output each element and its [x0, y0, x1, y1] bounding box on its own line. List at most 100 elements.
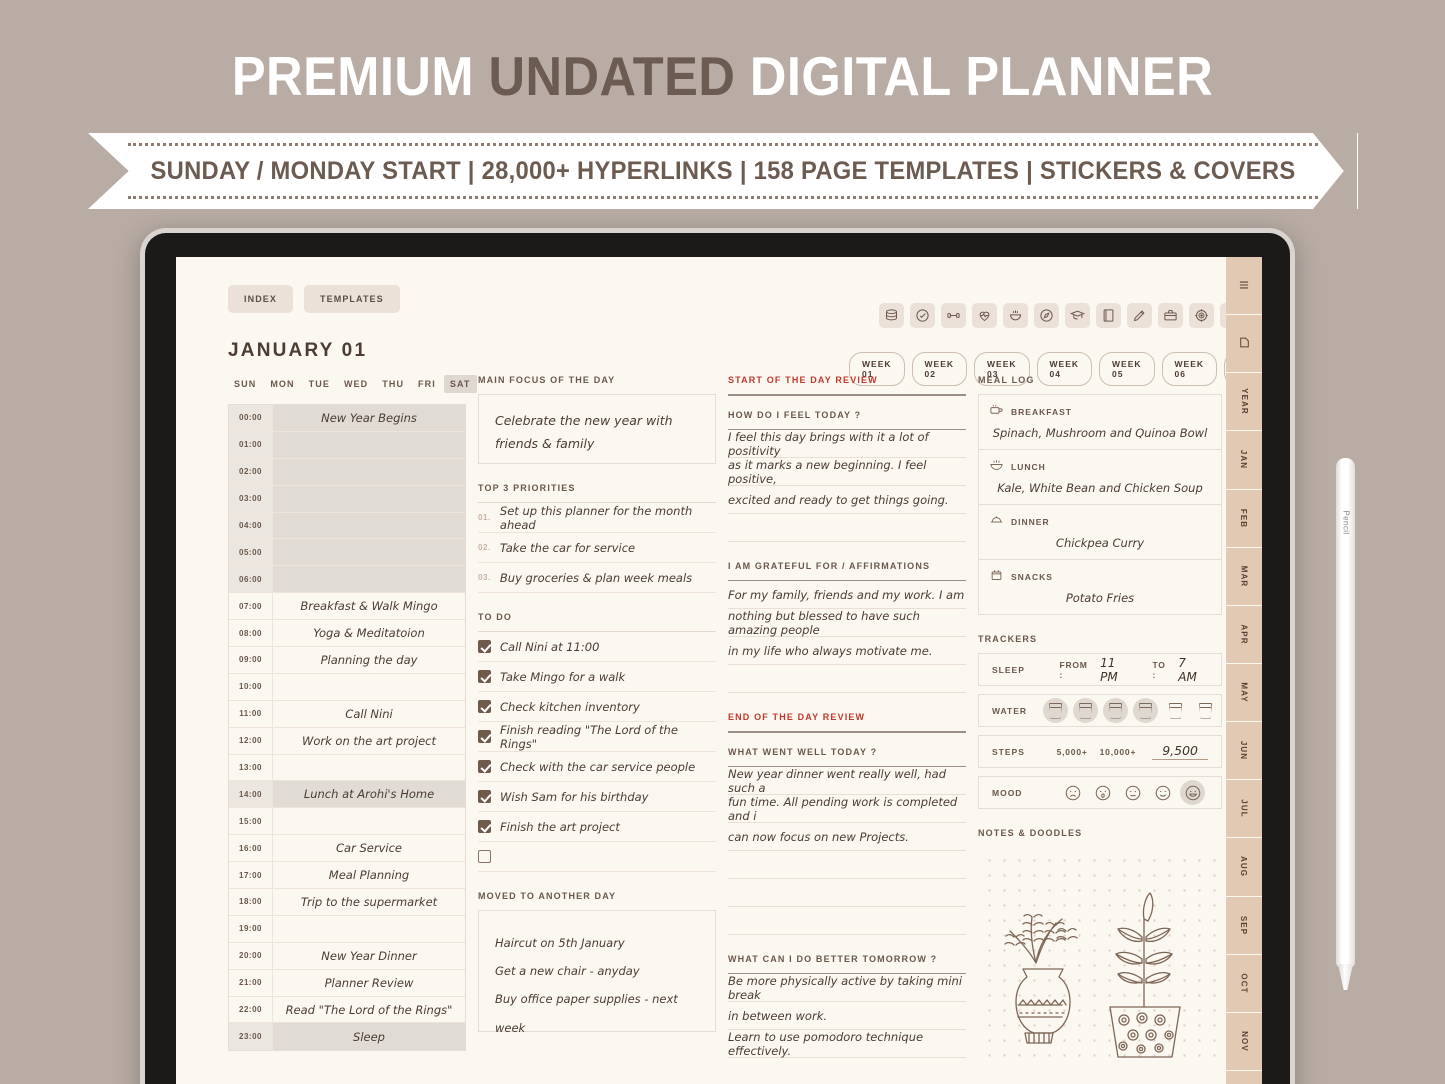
tab-jun[interactable]: JUN: [1226, 722, 1262, 781]
weekday-thu[interactable]: THU: [376, 375, 410, 393]
meal-dinner[interactable]: DINNER Chickpea Curry: [979, 505, 1221, 560]
weekday-tue[interactable]: TUE: [303, 375, 336, 393]
todo-item[interactable]: Check kitchen inventory: [478, 692, 716, 722]
schedule-row[interactable]: 01:00: [229, 431, 465, 459]
schedule-row[interactable]: 07:00 Breakfast & Walk Mingo: [229, 593, 465, 621]
water-glass-icon[interactable]: [1043, 698, 1069, 723]
todo-item[interactable]: Call Nini at 11:00: [478, 632, 716, 662]
notes-doodle-area[interactable]: [978, 847, 1222, 1069]
tab-may[interactable]: MAY: [1226, 663, 1262, 723]
schedule-row[interactable]: 09:00 Planning the day: [229, 647, 465, 674]
feel-line[interactable]: [728, 514, 966, 542]
steps-tracker[interactable]: STEPS 5,000+ 10,000+ 9,500: [978, 735, 1222, 768]
schedule-row[interactable]: 08:00 Yoga & Meditatoion: [229, 620, 465, 648]
mood-neutral-icon[interactable]: [1120, 780, 1145, 805]
tab-year[interactable]: YEAR: [1226, 373, 1262, 432]
schedule-row[interactable]: 21:00 Planner Review: [229, 969, 465, 997]
mood-tracker[interactable]: MOOD: [978, 776, 1222, 809]
todo-item[interactable]: Finish reading "The Lord of the Rings": [478, 722, 716, 752]
well-line[interactable]: can now focus on new Projects.: [728, 823, 966, 851]
steps-option-2[interactable]: 10,000+: [1100, 747, 1137, 757]
schedule-row[interactable]: 11:00 Call Nini: [229, 700, 465, 728]
mood-smile-icon[interactable]: [1150, 780, 1175, 805]
schedule-row[interactable]: 10:00: [229, 673, 465, 701]
better-line[interactable]: Be more physically active by taking mini…: [728, 974, 966, 1002]
water-tracker[interactable]: WATER: [978, 694, 1222, 727]
schedule-row[interactable]: 05:00: [229, 539, 465, 567]
todo-checkbox[interactable]: [478, 670, 491, 683]
steps-option-1[interactable]: 5,000+: [1057, 747, 1088, 757]
todo-checkbox[interactable]: [478, 760, 491, 773]
briefcase-icon[interactable]: [1158, 303, 1183, 328]
graduation-cap-icon[interactable]: [1065, 303, 1090, 328]
feel-line[interactable]: I feel this day brings with it a lot of …: [728, 430, 966, 458]
tab-oct[interactable]: OCT: [1226, 954, 1262, 1013]
schedule-row[interactable]: 19:00: [229, 915, 465, 943]
todo-checkbox[interactable]: [478, 730, 491, 743]
grateful-line[interactable]: nothing but blessed to have such amazing…: [728, 609, 966, 637]
schedule-row[interactable]: 17:00 Meal Planning: [229, 862, 465, 890]
layers-icon[interactable]: [879, 303, 904, 328]
priority-item[interactable]: 03. Buy groceries & plan week meals: [478, 563, 716, 593]
grateful-lines[interactable]: For my family, friends and my work. I am…: [728, 580, 966, 693]
schedule-row[interactable]: 12:00 Work on the art project: [229, 727, 465, 755]
schedule-row[interactable]: 00:00 New Year Begins: [229, 405, 465, 432]
schedule-row[interactable]: 02:00: [229, 458, 465, 486]
page-icon[interactable]: [1226, 315, 1262, 374]
well-line[interactable]: [728, 851, 966, 879]
todo-checkbox[interactable]: [478, 790, 491, 803]
meal-lunch[interactable]: LUNCH Kale, White Bean and Chicken Soup: [979, 450, 1221, 505]
schedule-row[interactable]: 13:00: [229, 754, 465, 782]
dumbbell-icon[interactable]: [941, 303, 966, 328]
tab-dec[interactable]: DEC: [1226, 1070, 1262, 1084]
better-line[interactable]: in between work.: [728, 1002, 966, 1030]
feel-lines[interactable]: I feel this day brings with it a lot of …: [728, 429, 966, 542]
priority-item[interactable]: 01. Set up this planner for the month ahe…: [478, 503, 716, 533]
mood-sad-icon[interactable]: [1060, 780, 1085, 805]
mood-surprised-icon[interactable]: [1090, 780, 1115, 805]
todo-item[interactable]: Finish the art project: [478, 812, 716, 842]
tab-feb[interactable]: FEB: [1226, 489, 1262, 548]
meal-snacks[interactable]: SNACKS Potato Fries: [979, 560, 1221, 614]
schedule-row[interactable]: 14:00 Lunch at Arohi's Home: [229, 781, 465, 809]
tab-nov[interactable]: NOV: [1226, 1012, 1262, 1071]
schedule-row[interactable]: 22:00 Read "The Lord of the Rings": [229, 996, 465, 1024]
notebook-icon[interactable]: [1096, 303, 1121, 328]
water-glass-icon[interactable]: [1163, 698, 1188, 723]
water-glass-icon[interactable]: [1073, 698, 1099, 723]
weekday-wed[interactable]: WED: [338, 375, 374, 393]
main-focus-box[interactable]: Celebrate the new year with friends & fa…: [478, 394, 716, 464]
water-glass-icon[interactable]: [1103, 698, 1129, 723]
grateful-line[interactable]: [728, 665, 966, 693]
todo-item[interactable]: Take Mingo for a walk: [478, 662, 716, 692]
todo-item[interactable]: Wish Sam for his birthday: [478, 782, 716, 812]
meal-breakfast[interactable]: BREAKFAST Spinach, Mushroom and Quinoa B…: [979, 395, 1221, 450]
well-line[interactable]: [728, 879, 966, 907]
templates-button[interactable]: TEMPLATES: [304, 285, 400, 313]
moved-box[interactable]: Haircut on 5th January Get a new chair - …: [478, 910, 716, 1035]
schedule-row[interactable]: 15:00: [229, 808, 465, 836]
better-lines[interactable]: Be more physically active by taking mini…: [728, 973, 966, 1084]
todo-checkbox[interactable]: [478, 850, 491, 863]
menu-icon[interactable]: [1226, 257, 1262, 316]
todo-checkbox[interactable]: [478, 700, 491, 713]
weekday-fri[interactable]: FRI: [412, 375, 442, 393]
weekday-sun[interactable]: SUN: [228, 375, 262, 393]
schedule-row[interactable]: 06:00: [229, 566, 465, 594]
better-line[interactable]: Learn to use pomodoro technique effectiv…: [728, 1030, 966, 1058]
tab-mar[interactable]: MAR: [1226, 547, 1262, 606]
weekday-sat[interactable]: SAT: [443, 375, 477, 393]
schedule-row[interactable]: 03:00: [229, 485, 465, 513]
schedule-row[interactable]: 20:00 New Year Dinner: [229, 942, 465, 970]
tab-apr[interactable]: APR: [1226, 605, 1262, 664]
water-glass-icon[interactable]: [1193, 698, 1218, 723]
well-line[interactable]: New year dinner went really well, had su…: [728, 767, 966, 795]
todo-item[interactable]: Check with the car service people: [478, 752, 716, 782]
pencil-icon[interactable]: [1127, 303, 1152, 328]
tab-sep[interactable]: SEP: [1226, 896, 1262, 955]
schedule-row[interactable]: 04:00: [229, 512, 465, 540]
sleep-tracker[interactable]: SLEEP FROM : 11 PM TO : 7 AM: [978, 653, 1222, 686]
feel-line[interactable]: as it marks a new beginning. I feel posi…: [728, 458, 966, 486]
schedule-row[interactable]: 18:00 Trip to the supermarket: [229, 889, 465, 916]
todo-item[interactable]: [478, 842, 716, 872]
